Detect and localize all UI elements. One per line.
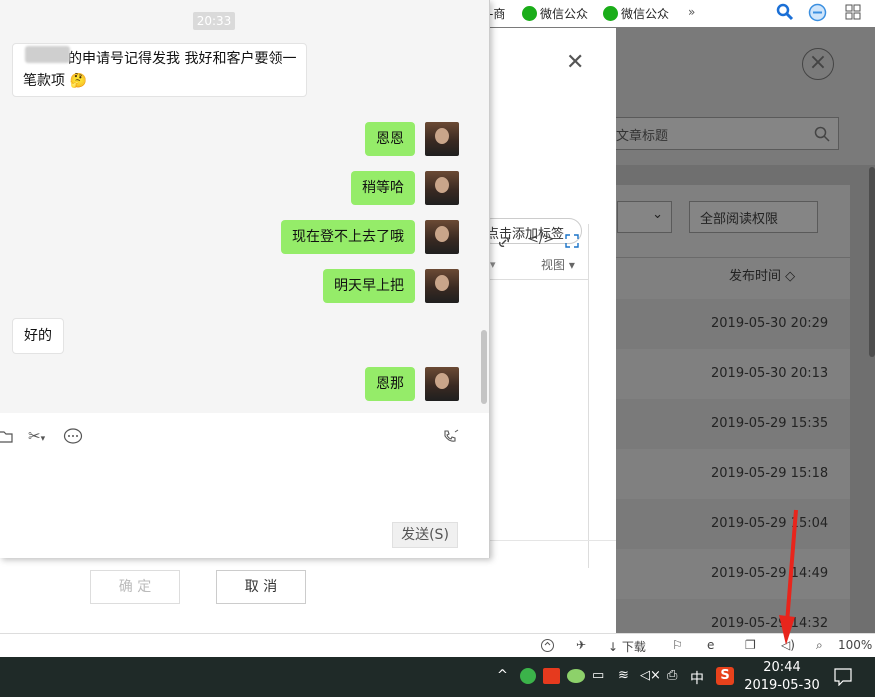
message-text: 现在登不上去了哦 (292, 229, 404, 245)
notification-icon[interactable] (834, 668, 852, 686)
avatar[interactable] (425, 220, 459, 254)
wechat-icon (522, 6, 537, 21)
avatar[interactable] (425, 269, 459, 303)
sogou-ime-icon[interactable]: S (716, 667, 734, 685)
search-input[interactable]: 文章标题 (609, 117, 839, 150)
publish-date: 2019-05-30 20:29 (711, 316, 829, 331)
360-icon[interactable] (520, 668, 536, 684)
link-icon[interactable] (496, 234, 512, 250)
publish-date: 2019-05-29 15:18 (711, 466, 829, 481)
bookmark-label: 微信公众 (540, 7, 589, 21)
cancel-button[interactable]: 取 消 (216, 570, 306, 604)
chat-scrollbar[interactable] (481, 330, 487, 404)
message-input-area[interactable]: ✂▾ 发送(S) (0, 413, 489, 558)
red-arrow-annotation (779, 509, 798, 645)
publish-time-header[interactable]: 发布时间 ◇ (729, 265, 795, 284)
search-icon[interactable] (776, 3, 794, 25)
download-button[interactable]: ↓ 下载 (608, 638, 646, 655)
folder-icon[interactable] (0, 429, 14, 443)
search-placeholder: 文章标题 (616, 129, 669, 144)
message-text: 好的 (24, 328, 52, 344)
zoom-icon[interactable]: ⌕ (816, 638, 823, 653)
editor-border (588, 280, 589, 568)
battery-icon[interactable]: ▭ (592, 668, 604, 683)
message-bubble-sent[interactable]: 恩恩 (365, 122, 415, 156)
message-text: 稍等哈 (362, 180, 404, 196)
avatar[interactable] (425, 367, 459, 401)
page-scrollbar[interactable] (869, 167, 875, 357)
phone-call-icon[interactable] (442, 429, 460, 445)
fullscreen-icon[interactable] (565, 234, 579, 248)
minus-circle-icon[interactable] (808, 3, 827, 26)
close-icon[interactable]: × (802, 48, 834, 80)
wechat-icon (603, 6, 618, 21)
filter-dropdown[interactable]: ⌄ (617, 201, 672, 233)
code-icon[interactable]: </> (528, 232, 554, 247)
flag-icon[interactable]: ⚐ (672, 638, 683, 652)
window-icon[interactable]: ❐ (745, 638, 756, 652)
browser-status-bar: ✈ ↓ 下载 ⚐ e ❐ ◁) ⌕ 100% (0, 633, 875, 657)
message-text: 笔款项 🤔 (23, 73, 87, 89)
scissors-icon[interactable]: ✂▾ (28, 427, 45, 445)
message-text: 恩恩 (376, 131, 404, 147)
publish-date: 2019-05-29 15:35 (711, 416, 829, 431)
message-bubble-sent[interactable]: 明天早上把 (323, 269, 415, 303)
chevron-up-icon[interactable]: ^ (497, 668, 508, 683)
download-label: 下载 (621, 640, 646, 654)
search-icon (814, 126, 830, 142)
send-button[interactable]: 发送(S) (392, 522, 458, 548)
bookmark-label: -商 (489, 7, 506, 21)
ime-indicator[interactable]: 中 (690, 668, 704, 688)
bookmarks-more-button[interactable]: » (688, 5, 695, 19)
cc-app-icon[interactable] (543, 668, 560, 684)
message-text: 恩那 (376, 376, 404, 392)
wechat-tray-icon[interactable] (567, 669, 585, 683)
pin-icon[interactable]: ✈ (576, 638, 586, 652)
filter-label: 全部阅读权限 (700, 212, 779, 227)
message-bubble-sent[interactable]: 稍等哈 (351, 171, 415, 205)
clock-time: 20:44 (763, 660, 801, 675)
windows-taskbar: ^ ▭ ≋ ◁× ⎙ 中 S 20:44 2019-05-30 (0, 657, 875, 697)
close-icon[interactable]: ✕ (566, 50, 584, 75)
clock-date: 2019-05-30 (744, 678, 820, 693)
permission-filter-dropdown[interactable]: 全部阅读权限 (689, 201, 818, 233)
message-bubble-sent[interactable]: 现在登不上去了哦 (281, 220, 415, 254)
avatar[interactable] (425, 171, 459, 205)
volume-muted-icon[interactable]: ◁× (640, 668, 661, 683)
zoom-level[interactable]: 100% (838, 638, 872, 652)
view-label: 视图 (541, 258, 566, 272)
bookmark-item[interactable]: -商 (489, 5, 505, 22)
ie-icon[interactable]: e (707, 638, 714, 652)
avatar[interactable] (425, 122, 459, 156)
system-clock[interactable]: 20:44 2019-05-30 (742, 659, 822, 695)
chevron-down-icon: ▾ (490, 258, 496, 271)
wifi-icon[interactable]: ≋ (618, 668, 629, 683)
publish-date: 2019-05-30 20:13 (711, 366, 829, 381)
download-icon: ↓ (608, 640, 622, 654)
message-bubble-sent[interactable]: 恩那 (365, 367, 415, 401)
blurred-name (25, 46, 70, 63)
view-menu[interactable]: 视图 ▾ (541, 256, 575, 273)
bookmark-wechat-1[interactable]: 微信公众 (522, 5, 588, 22)
confirm-button[interactable]: 确 定 (90, 570, 180, 604)
editor-toolbar: </> ▾ 视图 ▾ (489, 224, 589, 280)
chat-window: 20:33 的申请号记得发我 我好和客户要领一 笔款项 🤔 恩恩 稍等哈 现在登… (0, 0, 490, 558)
printer-icon[interactable]: ⎙ (667, 668, 677, 683)
refresh-icon[interactable] (540, 638, 555, 653)
chat-bubble-icon[interactable] (63, 428, 83, 446)
apps-grid-icon[interactable] (845, 4, 861, 24)
message-text: 明天早上把 (334, 278, 404, 294)
bookmark-wechat-2[interactable]: 微信公众 (603, 5, 669, 22)
bookmark-label: 微信公众 (621, 7, 670, 21)
message-timestamp: 20:33 (193, 12, 235, 30)
message-bubble-received[interactable]: 好的 (12, 318, 64, 354)
chevron-down-icon: ⌄ (652, 207, 663, 222)
